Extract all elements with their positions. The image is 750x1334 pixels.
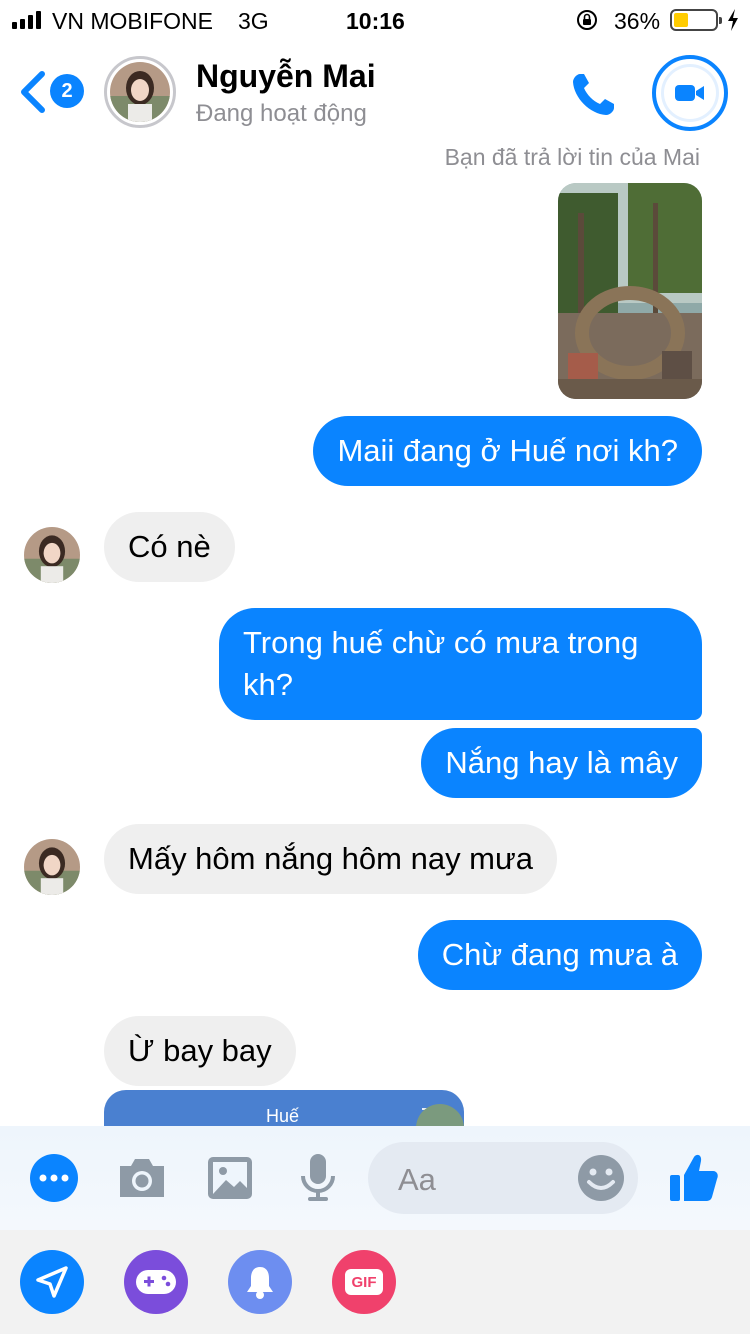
games-button[interactable] (124, 1250, 188, 1314)
video-camera-icon (675, 85, 704, 101)
status-bar: VN MOBIFONE 3G 10:16 36% (0, 0, 750, 40)
phone-icon (573, 74, 614, 115)
rotation-lock-icon (577, 10, 597, 30)
chat-header: 2 Nguyễn Mai Đang hoạt động (0, 40, 750, 140)
outgoing-message[interactable]: Nắng hay là mây (421, 728, 702, 798)
carrier-name: VN MOBIFONE (52, 8, 214, 34)
contact-avatar-small[interactable] (24, 839, 80, 895)
more-button[interactable] (30, 1154, 78, 1202)
gif-label: GIF (351, 1273, 377, 1291)
message-input[interactable]: Aa (368, 1142, 638, 1214)
contact-avatar-small[interactable] (24, 527, 80, 583)
chevron-left-icon (21, 71, 45, 113)
reminder-button[interactable] (228, 1250, 292, 1314)
active-status: Đang hoạt động (196, 100, 367, 127)
contact-avatar[interactable] (104, 56, 176, 128)
camera-button[interactable] (114, 1154, 170, 1202)
incoming-message[interactable]: Ừ bay bay (104, 1016, 296, 1086)
network-type: 3G (238, 8, 269, 34)
message-composer: Aa (0, 1126, 750, 1230)
send-location-icon (36, 1266, 68, 1298)
battery-icon (670, 9, 722, 31)
contact-name[interactable]: Nguyễn Mai (196, 58, 376, 95)
bell-icon (247, 1267, 273, 1299)
location-button[interactable] (20, 1250, 84, 1314)
outgoing-message[interactable]: Maii đang ở Huế nơi kh? (313, 416, 702, 486)
outgoing-message[interactable]: Trong huế chừ có mưa trong kh? (219, 608, 702, 720)
reply-note: Bạn đã trả lời tin của Mai (444, 144, 700, 170)
signal-icon (12, 11, 41, 29)
camera-icon (120, 1159, 164, 1197)
game-controller-icon (136, 1270, 176, 1294)
like-icon (670, 1154, 718, 1201)
microphone-icon (301, 1154, 335, 1201)
charging-icon (728, 9, 738, 31)
voice-call-button[interactable] (566, 66, 622, 122)
gif-icon: GIF (345, 1269, 383, 1295)
more-icon (39, 1174, 69, 1182)
voice-message-button[interactable] (296, 1152, 340, 1204)
incoming-message[interactable]: Có nè (104, 512, 235, 582)
clock: 10:16 (346, 8, 405, 34)
video-call-button[interactable] (652, 55, 728, 131)
like-button[interactable] (664, 1148, 724, 1208)
input-placeholder: Aa (398, 1162, 436, 1197)
unread-badge: 2 (50, 74, 84, 108)
photo-message[interactable] (558, 183, 702, 399)
emoji-icon[interactable] (576, 1153, 626, 1203)
shared-card-label: Huế (266, 1106, 300, 1126)
outgoing-message[interactable]: Chừ đang mưa à (417, 920, 702, 990)
quick-actions-tray: GIF (0, 1230, 750, 1334)
battery-percentage: 36% (614, 8, 661, 34)
back-button[interactable]: 2 (16, 70, 88, 114)
image-icon (208, 1157, 252, 1199)
gallery-button[interactable] (204, 1154, 256, 1202)
gif-button[interactable]: GIF (332, 1250, 396, 1314)
incoming-message[interactable]: Mấy hôm nắng hôm nay mưa (104, 824, 557, 894)
